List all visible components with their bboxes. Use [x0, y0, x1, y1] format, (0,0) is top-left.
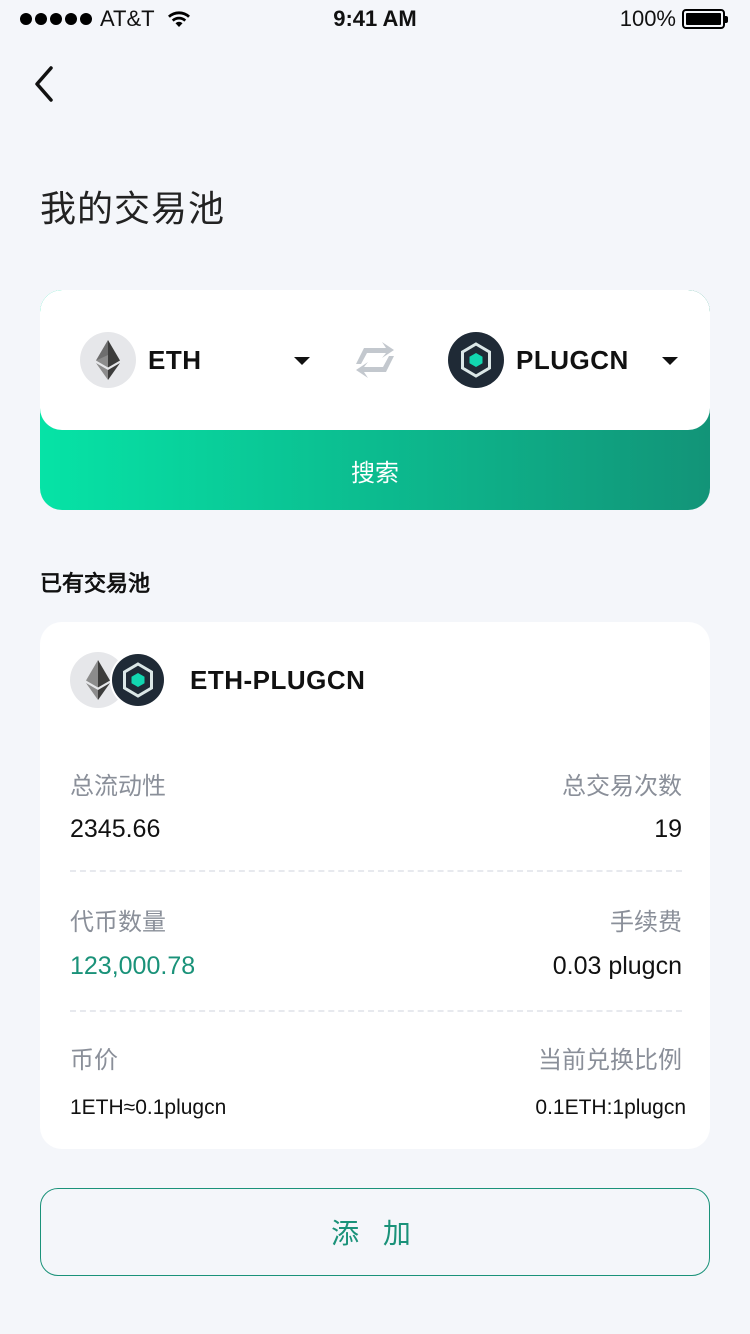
fee-label: 手续费 — [610, 909, 682, 936]
pool-card[interactable]: ETH-PLUGCN 总流动性 总交易次数 2345.66 19 代币数量 手续… — [40, 622, 710, 1149]
battery-percent: 100% — [619, 6, 676, 31]
pool-page: AT&T 9:41 AM 100% 我的交易池 ETH PLUGCN 搜索 已有… — [0, 0, 750, 1334]
from-token-name: ETH — [148, 344, 202, 375]
caret-down-icon — [662, 357, 678, 365]
plugcn-hex-icon — [448, 332, 504, 388]
token-amount-label: 代币数量 — [70, 909, 166, 936]
to-token-dropdown[interactable]: PLUGCN — [448, 332, 678, 388]
ratio-label: 当前兑换比例 — [538, 1047, 682, 1074]
token-amount-value: 123,000.78 — [70, 952, 196, 980]
total-liquidity-value: 2345.66 — [70, 815, 161, 843]
to-token-name: PLUGCN — [516, 344, 629, 375]
ratio-value: 0.1ETH:1plugcn — [535, 1096, 686, 1119]
status-bar: AT&T 9:41 AM 100% — [0, 0, 750, 40]
back-button[interactable] — [24, 60, 64, 108]
status-right: 100% — [620, 6, 730, 32]
battery-icon — [682, 8, 730, 30]
pair-icons — [70, 652, 168, 708]
pair-selector-card: ETH PLUGCN 搜索 — [40, 290, 710, 510]
caret-down-icon — [294, 357, 310, 365]
plugcn-hex-icon — [110, 652, 166, 708]
total-trades-value: 19 — [654, 815, 682, 843]
price-value: 1ETH≈0.1plugcn — [70, 1096, 227, 1119]
add-button[interactable]: 添 加 — [40, 1188, 710, 1276]
total-trades-label: 总交易次数 — [562, 773, 682, 800]
price-label: 币价 — [70, 1047, 118, 1074]
divider — [70, 1010, 682, 1012]
fee-value: 0.03 plugcn — [552, 952, 682, 980]
page-title: 我的交易池 — [40, 188, 226, 229]
total-liquidity-label: 总流动性 — [70, 773, 166, 800]
pool-header: ETH-PLUGCN — [70, 652, 365, 708]
existing-pools-heading: 已有交易池 — [40, 571, 151, 596]
from-token-dropdown[interactable]: ETH — [80, 332, 310, 388]
search-button[interactable]: 搜索 — [40, 430, 710, 510]
swap-arrows-icon[interactable] — [348, 338, 402, 382]
divider — [70, 870, 682, 872]
pair-selector: ETH PLUGCN — [40, 290, 710, 430]
chevron-left-icon — [35, 66, 53, 102]
ethereum-icon — [80, 332, 136, 388]
pool-pair-name: ETH-PLUGCN — [190, 664, 366, 695]
